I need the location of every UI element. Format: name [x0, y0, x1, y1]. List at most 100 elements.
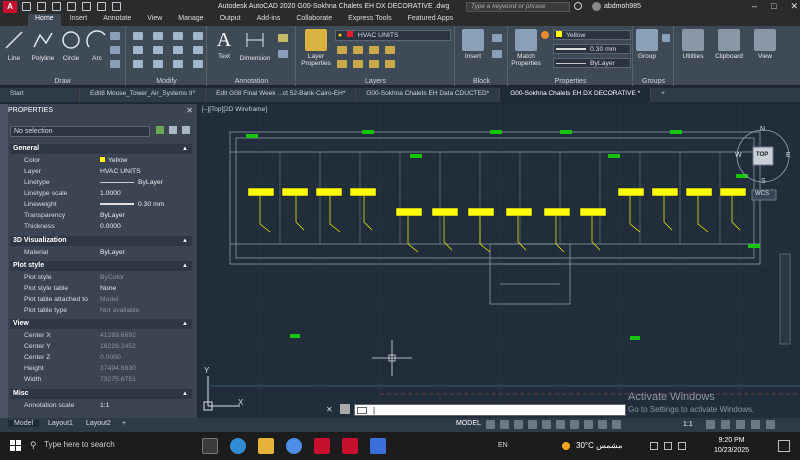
edge-icon[interactable] [230, 438, 246, 454]
clipboard-button[interactable]: Clipboard [712, 29, 746, 60]
dimension-button[interactable]: Dimension [238, 29, 272, 62]
autocad-taskbar-icon-2[interactable] [342, 438, 358, 454]
create-block-icon[interactable] [492, 34, 502, 42]
tab-add-ins[interactable]: Add-ins [250, 14, 288, 26]
isolate-objects-icon[interactable] [736, 420, 745, 429]
prop-row-layer[interactable]: Layer HVAC UNITS [10, 166, 192, 177]
command-history-icon[interactable] [357, 407, 367, 414]
layer-off-icon[interactable] [385, 46, 395, 54]
polyline-button[interactable]: Polyline [28, 29, 58, 62]
toggle-pickadd-icon[interactable] [156, 126, 164, 134]
viewcube-north[interactable]: N [760, 126, 765, 133]
layer-state-icon[interactable] [337, 46, 347, 54]
viewcube-top-face[interactable]: TOP [756, 152, 768, 158]
search-input[interactable]: Type a keyword or phrase [466, 2, 570, 12]
save-icon[interactable] [52, 2, 61, 11]
tab-collaborate[interactable]: Collaborate [289, 14, 339, 26]
circle-button[interactable]: Circle [60, 29, 82, 62]
prop-row-plot-style-table[interactable]: Plot style table None [10, 283, 192, 294]
doc-tab-bank-cairo[interactable]: Edit G08 Final Week ...ct 52-Bank-Cairo-… [206, 88, 357, 102]
section-plot-style[interactable]: Plot style ▲ [10, 261, 192, 271]
view-button[interactable]: View [752, 29, 778, 60]
prop-row-center-z[interactable]: Center Z 0.0000 [10, 352, 192, 363]
tab-express-tools[interactable]: Express Tools [341, 14, 398, 26]
offset-icon[interactable] [193, 60, 203, 68]
prop-row-transparency[interactable]: Transparency ByLayer [10, 210, 192, 221]
snap-icon[interactable] [500, 420, 509, 429]
prop-row-thickness[interactable]: Thickness 0.0000 [10, 221, 192, 232]
line-button[interactable]: Line [3, 29, 25, 62]
autocad-taskbar-icon[interactable] [314, 438, 330, 454]
layer-dropdown[interactable]: ● HVAC UNITS [335, 30, 451, 41]
prop-row-color[interactable]: Color Yellow [10, 155, 192, 166]
draw-more-icon[interactable] [110, 60, 120, 68]
new-icon[interactable] [22, 2, 31, 11]
annotation-visibility-icon[interactable] [612, 420, 621, 429]
doc-tab-sokhna-ducted[interactable]: G00-Sokhna Chalets EH Data CDUCTED* [356, 88, 501, 102]
maximize-icon[interactable]: □ [771, 1, 776, 12]
text-button[interactable]: A Text [212, 29, 236, 60]
trim-icon[interactable] [173, 32, 183, 40]
command-customize-icon[interactable] [340, 404, 350, 414]
layer-previous-icon[interactable] [353, 60, 363, 68]
prop-row-material[interactable]: Material ByLayer [10, 247, 192, 258]
arc-button[interactable]: Arc [86, 29, 108, 62]
windows-start-icon[interactable] [10, 440, 22, 452]
prop-row-center-y[interactable]: Center Y 16226.2452 [10, 341, 192, 352]
weather-widget[interactable]: 30°C مشمس [576, 441, 622, 450]
layer-isolate-icon[interactable] [353, 46, 363, 54]
select-objects-icon[interactable] [169, 126, 177, 134]
layout-tab-layout2[interactable]: Layout2 [80, 420, 117, 427]
prop-row-linetype-scale[interactable]: Linetype scale 1.0000 [10, 188, 192, 199]
lineweight-icon[interactable] [570, 420, 579, 429]
section-3d-visualization[interactable]: 3D Visualization ▲ [10, 236, 192, 246]
selection-cycling-icon[interactable] [598, 420, 607, 429]
groups-group-label[interactable]: Groups [634, 78, 673, 85]
utilities-button[interactable]: Utilities [678, 29, 708, 60]
layout-tab-layout1[interactable]: Layout1 [42, 420, 79, 427]
tab-view[interactable]: View [140, 14, 169, 26]
prop-row-annotation-scale[interactable]: Annotation scale 1:1 [10, 400, 192, 411]
section-misc[interactable]: Misc ▲ [10, 389, 192, 399]
chrome-icon[interactable] [286, 438, 302, 454]
search-icon[interactable] [574, 2, 582, 10]
autocad-logo-icon[interactable]: A [3, 1, 17, 13]
save-as-icon[interactable] [67, 2, 76, 11]
section-general[interactable]: General ▲ [10, 144, 192, 154]
layer-unisolate-icon[interactable] [369, 60, 379, 68]
print-icon[interactable] [82, 2, 91, 11]
notifications-icon[interactable] [778, 440, 790, 452]
workspace-gear-icon[interactable] [706, 420, 715, 429]
palette-close-icon[interactable]: ✕ [186, 106, 193, 115]
doc-tab-start[interactable]: Start [0, 88, 80, 102]
array-icon[interactable] [173, 60, 183, 68]
ortho-icon[interactable] [514, 420, 523, 429]
viewcube-east[interactable]: E [786, 152, 791, 159]
viewport-controls[interactable]: [–][Top][2D Wireframe] [202, 106, 267, 113]
rectangle-icon[interactable] [110, 32, 120, 40]
layer-freeze-icon[interactable] [369, 46, 379, 54]
layer-match-icon[interactable] [337, 60, 347, 68]
volume-icon[interactable] [678, 442, 686, 450]
transparency-icon[interactable] [584, 420, 593, 429]
draw-group-label[interactable]: Draw [0, 78, 125, 85]
edit-block-icon[interactable] [492, 50, 502, 58]
tray-overflow-icon[interactable] [650, 442, 658, 450]
properties-group-label[interactable]: Properties [509, 78, 632, 85]
close-icon[interactable]: ✕ [790, 1, 798, 12]
selection-dropdown[interactable]: No selection [10, 126, 150, 137]
annotation-monitor-icon[interactable] [721, 420, 730, 429]
doc-tab-sokhna-decorative[interactable]: G00-Sokhna Chalets EH DX DECORATIVE * [500, 88, 652, 102]
prop-row-plot-style[interactable]: Plot style ByColor [10, 272, 192, 283]
lineweight-dropdown[interactable]: 0.30 mm [553, 44, 631, 54]
quick-select-icon[interactable] [182, 126, 190, 134]
layers-group-label[interactable]: Layers [297, 78, 454, 85]
erase-icon[interactable] [193, 32, 203, 40]
fillet-icon[interactable] [173, 46, 183, 54]
prop-row-center-x[interactable]: Center X 41289.6692 [10, 330, 192, 341]
block-group-label[interactable]: Block [456, 78, 507, 85]
minimize-icon[interactable]: – [752, 1, 757, 12]
user-name[interactable]: abdmoh985 [604, 3, 641, 10]
insert-button[interactable]: Insert [460, 29, 486, 60]
prop-row-plot-table-attached[interactable]: Plot table attached to Model [10, 294, 192, 305]
